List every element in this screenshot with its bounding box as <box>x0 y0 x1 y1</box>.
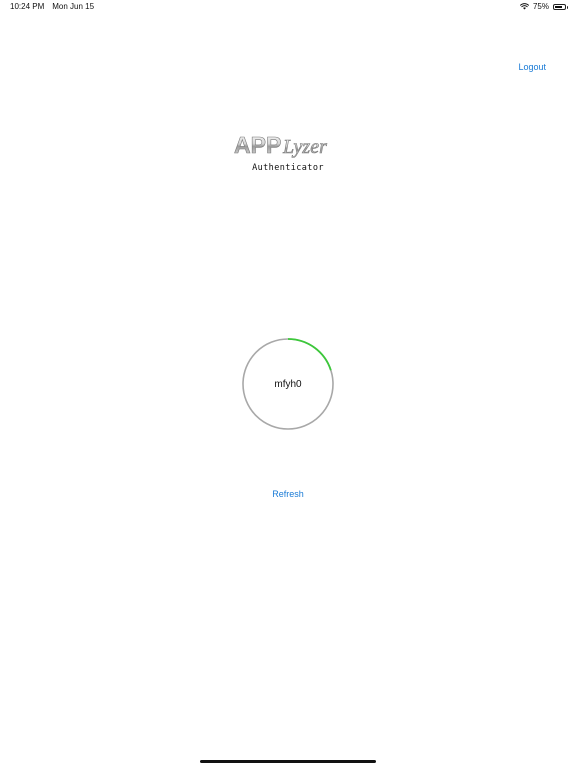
status-time: 10:24 PM <box>10 2 45 11</box>
app-logo: APP Lyzer <box>0 130 576 165</box>
status-bar-right: 75% <box>519 2 568 11</box>
home-indicator[interactable] <box>200 760 376 763</box>
battery-percent: 75% <box>532 2 549 11</box>
applyzer-logo: APP Lyzer <box>234 132 328 159</box>
logo-text-prefix: APP <box>234 132 281 158</box>
battery-icon <box>553 3 568 10</box>
authenticator-screen: 10:24 PM Mon Jun 15 75% Logout APP Lyzer… <box>0 0 576 768</box>
wifi-icon <box>519 3 529 10</box>
status-bar: 10:24 PM Mon Jun 15 75% <box>0 0 576 14</box>
status-date: Mon Jun 15 <box>52 2 95 11</box>
code-timer-ring: mfyh0 <box>241 337 335 431</box>
logo-text-suffix: Lyzer <box>282 136 327 158</box>
logout-button[interactable]: Logout <box>518 60 546 74</box>
app-subtitle: Authenticator <box>252 163 324 173</box>
status-bar-left: 10:24 PM Mon Jun 15 <box>10 2 94 11</box>
auth-code: mfyh0 <box>274 378 302 390</box>
battery-level-fill <box>555 5 562 8</box>
refresh-button[interactable]: Refresh <box>0 489 576 499</box>
